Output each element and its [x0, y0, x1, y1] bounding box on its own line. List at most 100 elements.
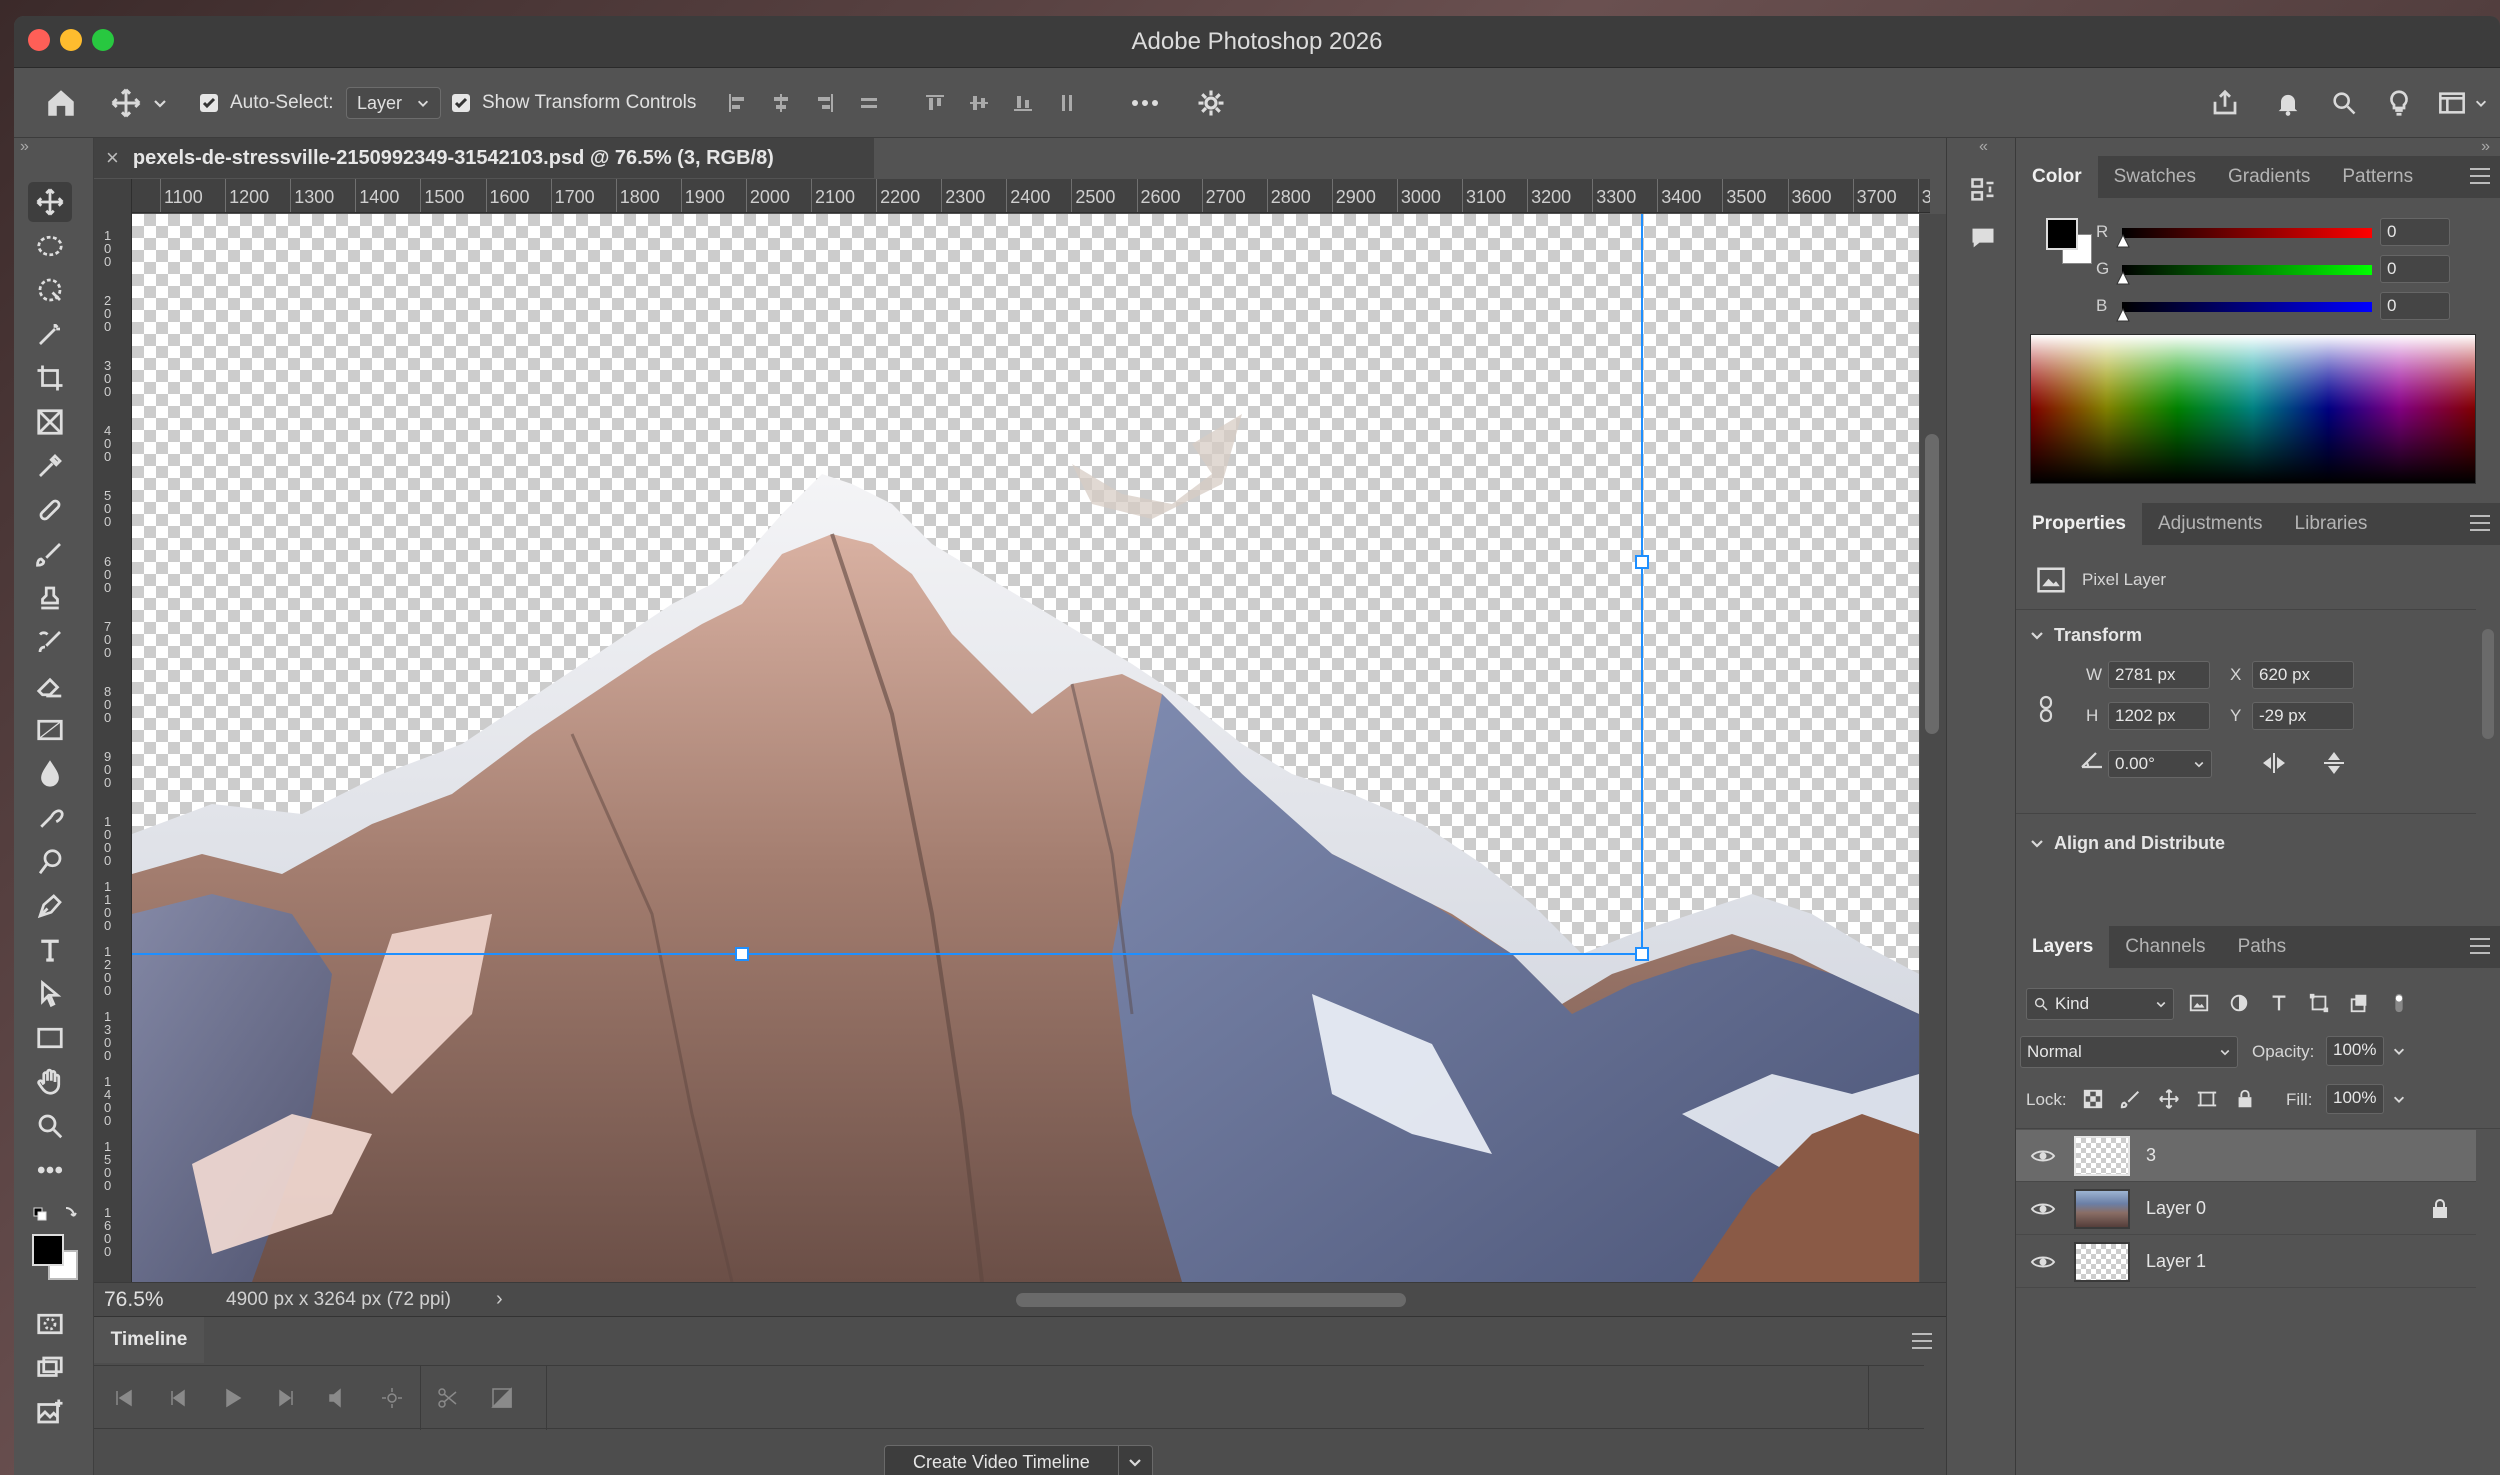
- vertical-scrollbar[interactable]: [1920, 214, 1946, 1282]
- layer-row[interactable]: 3: [2016, 1130, 2476, 1182]
- lock-image-pixels-icon[interactable]: [2120, 1088, 2142, 1110]
- red-value[interactable]: 0: [2380, 218, 2450, 246]
- layer-filter-dropdown[interactable]: Kind: [2026, 988, 2174, 1020]
- link-icon[interactable]: [2036, 695, 2056, 723]
- lock-artboard-icon[interactable]: [2196, 1088, 2218, 1110]
- history-panel-button[interactable]: [1969, 176, 1997, 209]
- timeline-tab[interactable]: Timeline: [94, 1317, 204, 1363]
- tab-patterns[interactable]: Patterns: [2326, 156, 2429, 198]
- zoom-level[interactable]: 76.5%: [104, 1288, 214, 1312]
- transition-icon[interactable]: [490, 1386, 514, 1410]
- canvas-area[interactable]: [132, 214, 1919, 1282]
- rectangle-tool[interactable]: [28, 1018, 72, 1058]
- audio-icon[interactable]: [326, 1386, 350, 1410]
- zoom-tool[interactable]: [28, 1106, 72, 1146]
- green-value[interactable]: 0: [2380, 255, 2450, 283]
- visibility-eye-icon[interactable]: [2030, 1252, 2056, 1272]
- slider-handle-icon[interactable]: [2116, 271, 2130, 285]
- foreground-color-swatch[interactable]: [32, 1234, 64, 1266]
- dodge-burn-tool[interactable]: [28, 842, 72, 882]
- brush-tool[interactable]: [28, 534, 72, 574]
- chevron-down-icon[interactable]: [2392, 1044, 2406, 1058]
- align-right-icon[interactable]: [814, 92, 836, 114]
- x-field[interactable]: 620 px: [2252, 661, 2354, 689]
- close-icon[interactable]: ×: [106, 145, 119, 171]
- collapse-arrows-icon[interactable]: »: [2481, 138, 2490, 156]
- flip-vertical-icon[interactable]: [2322, 749, 2346, 777]
- move-tool[interactable]: [28, 182, 72, 222]
- panel-menu-icon[interactable]: [2470, 938, 2490, 954]
- align-bottom-icon[interactable]: [1012, 92, 1034, 114]
- foreground-background-swatches[interactable]: [32, 1234, 84, 1286]
- history-brush-tool[interactable]: [28, 622, 72, 662]
- visibility-eye-icon[interactable]: [2030, 1146, 2056, 1166]
- chevron-down-icon[interactable]: [2392, 1092, 2406, 1106]
- eyedropper-tool[interactable]: [28, 446, 72, 486]
- notifications-button[interactable]: [2274, 68, 2302, 138]
- create-timeline-dropdown[interactable]: [1118, 1445, 1153, 1475]
- filter-shape-icon[interactable]: [2308, 992, 2330, 1014]
- lock-all-icon[interactable]: [2234, 1088, 2256, 1110]
- tab-channels[interactable]: Channels: [2109, 926, 2221, 968]
- filter-type-icon[interactable]: [2268, 992, 2290, 1014]
- more-options-button[interactable]: [1130, 68, 1160, 138]
- foreground-color-swatch[interactable]: [2046, 218, 2078, 250]
- auto-select-checkbox[interactable]: [200, 94, 218, 112]
- horizontal-scroll-thumb[interactable]: [1016, 1293, 1406, 1307]
- blue-value[interactable]: 0: [2380, 292, 2450, 320]
- collapse-arrows-icon[interactable]: »: [20, 138, 29, 156]
- path-selection-tool[interactable]: [28, 974, 72, 1014]
- status-menu-arrow-icon[interactable]: ›: [496, 1288, 503, 1311]
- height-field[interactable]: 1202 px: [2108, 702, 2210, 730]
- swap-colors-icon[interactable]: [32, 1204, 82, 1224]
- lock-position-icon[interactable]: [2158, 1088, 2180, 1110]
- ruler-vertical[interactable]: 1 0 0 2 0 0 3 0 0 4 0 0 5 0 0 6 0 0 7 0 0 8 0 0…: [94, 179, 132, 1283]
- previous-frame-icon[interactable]: [166, 1386, 190, 1410]
- filter-toggle-icon[interactable]: [2388, 992, 2410, 1014]
- healing-brush-tool[interactable]: [28, 490, 72, 530]
- color-spectrum[interactable]: [2030, 334, 2476, 484]
- type-tool[interactable]: [28, 930, 72, 970]
- workspace-button[interactable]: [2438, 68, 2488, 138]
- red-slider[interactable]: [2122, 228, 2372, 238]
- discover-button[interactable]: [2384, 68, 2414, 138]
- distribute-horizontal-icon[interactable]: [858, 92, 880, 114]
- tab-layers[interactable]: Layers: [2016, 926, 2110, 968]
- distribute-vertical-icon[interactable]: [1056, 92, 1078, 114]
- filter-smart-object-icon[interactable]: [2348, 992, 2370, 1014]
- tab-adjustments[interactable]: Adjustments: [2142, 503, 2279, 545]
- scissors-icon[interactable]: [436, 1386, 460, 1410]
- panel-menu-icon[interactable]: [1912, 1333, 1932, 1349]
- layer-row[interactable]: Layer 1: [2016, 1236, 2476, 1288]
- align-center-icon[interactable]: [770, 92, 792, 114]
- tab-swatches[interactable]: Swatches: [2098, 156, 2212, 198]
- color-panel-swatches[interactable]: [2046, 218, 2092, 264]
- tab-color[interactable]: Color: [2016, 156, 2098, 198]
- collapse-arrows-icon[interactable]: «: [1979, 138, 1988, 156]
- panel-menu-icon[interactable]: [2470, 515, 2490, 531]
- home-button[interactable]: [44, 68, 78, 138]
- first-frame-icon[interactable]: [112, 1386, 136, 1410]
- gradient-tool[interactable]: [28, 710, 72, 750]
- lock-transparency-icon[interactable]: [2082, 1088, 2104, 1110]
- marquee-tool[interactable]: [28, 226, 72, 266]
- blend-mode-dropdown[interactable]: Normal: [2020, 1036, 2238, 1068]
- hand-tool[interactable]: [28, 1062, 72, 1102]
- green-slider[interactable]: [2122, 265, 2372, 275]
- create-video-timeline-button[interactable]: Create Video Timeline: [884, 1445, 1119, 1475]
- crop-tool[interactable]: [28, 358, 72, 398]
- filter-pixel-icon[interactable]: [2188, 992, 2210, 1014]
- y-field[interactable]: -29 px: [2252, 702, 2354, 730]
- dodge-tool[interactable]: [28, 798, 72, 838]
- clone-stamp-tool[interactable]: [28, 578, 72, 618]
- pen-tool[interactable]: [28, 886, 72, 926]
- eraser-tool[interactable]: [28, 666, 72, 706]
- move-tool-preset[interactable]: [110, 68, 168, 138]
- comments-panel-button[interactable]: [1969, 224, 1997, 257]
- ruler-horizontal[interactable]: 1100 1200 1300 1400 1500 1600 1700 1800 1900 2000…: [132, 179, 1930, 213]
- timeline-settings-icon[interactable]: [380, 1386, 404, 1410]
- visibility-eye-icon[interactable]: [2030, 1199, 2056, 1219]
- search-button[interactable]: [2330, 68, 2358, 138]
- filter-adjustment-icon[interactable]: [2228, 992, 2250, 1014]
- frame-tool[interactable]: [28, 402, 72, 442]
